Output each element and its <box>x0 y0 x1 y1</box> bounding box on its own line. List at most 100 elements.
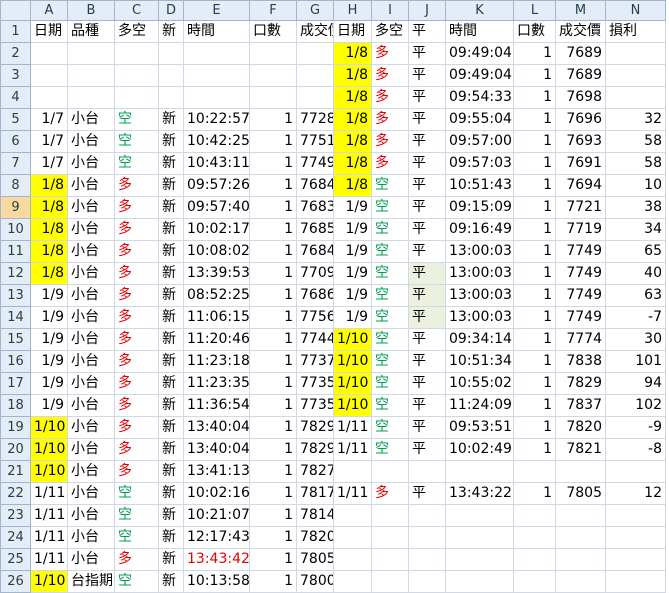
cell-g12[interactable]: 7709 <box>296 262 334 285</box>
cell-d16[interactable]: 新 <box>158 350 184 373</box>
cell-l19[interactable]: 1 <box>513 416 556 439</box>
cell-b11[interactable]: 小台 <box>67 240 115 263</box>
cell-e23[interactable]: 10:21:07 <box>183 504 250 527</box>
cell-m22[interactable]: 7805 <box>555 482 606 505</box>
cell-i24[interactable] <box>371 526 409 549</box>
row-header[interactable]: 8 <box>0 174 31 197</box>
cell-n3[interactable] <box>605 64 666 87</box>
cell-k26[interactable] <box>445 570 514 593</box>
cell-b7[interactable]: 小台 <box>67 152 115 175</box>
cell-c16[interactable]: 多 <box>114 350 159 373</box>
cell-e24[interactable]: 12:17:43 <box>183 526 250 549</box>
cell-b15[interactable]: 小台 <box>67 328 115 351</box>
column-header-j[interactable]: J <box>408 0 446 21</box>
cell-b17[interactable]: 小台 <box>67 372 115 395</box>
cell-g17[interactable]: 7735 <box>296 372 334 395</box>
cell-j15[interactable]: 平 <box>408 328 446 351</box>
cell-l3[interactable]: 1 <box>513 64 556 87</box>
cell-c19[interactable]: 多 <box>114 416 159 439</box>
cell-g3[interactable] <box>296 64 334 87</box>
cell-e14[interactable]: 11:06:15 <box>183 306 250 329</box>
cell-e13[interactable]: 08:52:25 <box>183 284 250 307</box>
cell-f20[interactable]: 1 <box>249 438 297 461</box>
cell-c18[interactable]: 多 <box>114 394 159 417</box>
cell-f10[interactable]: 1 <box>249 218 297 241</box>
cell-b23[interactable]: 小台 <box>67 504 115 527</box>
cell-n23[interactable] <box>605 504 666 527</box>
cell-i26[interactable] <box>371 570 409 593</box>
cell-m11[interactable]: 7749 <box>555 240 606 263</box>
cell-h17[interactable]: 1/10 <box>333 372 372 395</box>
cell-a9[interactable]: 1/8 <box>30 196 68 219</box>
cell-g4[interactable] <box>296 86 334 109</box>
cell-d4[interactable] <box>158 86 184 109</box>
cell-a10[interactable]: 1/8 <box>30 218 68 241</box>
cell-n4[interactable] <box>605 86 666 109</box>
row-header[interactable]: 13 <box>0 284 31 307</box>
cell-c23[interactable]: 空 <box>114 504 159 527</box>
cell-c6[interactable]: 空 <box>114 130 159 153</box>
cell-l10[interactable]: 1 <box>513 218 556 241</box>
cell-d22[interactable]: 新 <box>158 482 184 505</box>
cell-i17[interactable]: 空 <box>371 372 409 395</box>
cell-c25[interactable]: 多 <box>114 548 159 571</box>
cell-g23[interactable]: 7814 <box>296 504 334 527</box>
cell-n8[interactable]: 10 <box>605 174 666 197</box>
cell-n26[interactable] <box>605 570 666 593</box>
cell-j12[interactable]: 平 <box>408 262 446 285</box>
cell-k25[interactable] <box>445 548 514 571</box>
cell-j25[interactable] <box>408 548 446 571</box>
cell-n18[interactable]: 102 <box>605 394 666 417</box>
row-header[interactable]: 25 <box>0 548 31 571</box>
cell-g6[interactable]: 7751 <box>296 130 334 153</box>
cell-f1[interactable]: 口數 <box>249 20 297 43</box>
cell-d6[interactable]: 新 <box>158 130 184 153</box>
cell-e15[interactable]: 11:20:46 <box>183 328 250 351</box>
cell-e18[interactable]: 11:36:54 <box>183 394 250 417</box>
cell-g14[interactable]: 7756 <box>296 306 334 329</box>
column-header-a[interactable]: A <box>30 0 68 21</box>
cell-j13[interactable]: 平 <box>408 284 446 307</box>
cell-k14[interactable]: 13:00:03 <box>445 306 514 329</box>
cell-b14[interactable]: 小台 <box>67 306 115 329</box>
cell-g2[interactable] <box>296 42 334 65</box>
cell-e2[interactable] <box>183 42 250 65</box>
cell-i10[interactable]: 空 <box>371 218 409 241</box>
cell-j22[interactable]: 平 <box>408 482 446 505</box>
cell-b12[interactable]: 小台 <box>67 262 115 285</box>
cell-h10[interactable]: 1/9 <box>333 218 372 241</box>
column-header-b[interactable]: B <box>67 0 115 21</box>
cell-g26[interactable]: 7800 <box>296 570 334 593</box>
cell-i21[interactable] <box>371 460 409 483</box>
cell-g21[interactable]: 7827 <box>296 460 334 483</box>
row-header[interactable]: 9 <box>0 196 31 219</box>
cell-m18[interactable]: 7837 <box>555 394 606 417</box>
cell-m5[interactable]: 7696 <box>555 108 606 131</box>
row-header[interactable]: 21 <box>0 460 31 483</box>
cell-k20[interactable]: 10:02:49 <box>445 438 514 461</box>
cell-l15[interactable]: 1 <box>513 328 556 351</box>
cell-m20[interactable]: 7821 <box>555 438 606 461</box>
cell-k17[interactable]: 10:55:02 <box>445 372 514 395</box>
cell-m24[interactable] <box>555 526 606 549</box>
cell-h13[interactable]: 1/9 <box>333 284 372 307</box>
row-header[interactable]: 20 <box>0 438 31 461</box>
cell-d17[interactable]: 新 <box>158 372 184 395</box>
row-header[interactable]: 2 <box>0 42 31 65</box>
row-header[interactable]: 23 <box>0 504 31 527</box>
cell-f19[interactable]: 1 <box>249 416 297 439</box>
cell-a14[interactable]: 1/9 <box>30 306 68 329</box>
column-header-f[interactable]: F <box>249 0 297 21</box>
cell-n21[interactable] <box>605 460 666 483</box>
cell-c24[interactable]: 空 <box>114 526 159 549</box>
cell-h1[interactable]: 日期 <box>333 20 372 43</box>
cell-m7[interactable]: 7691 <box>555 152 606 175</box>
cell-g9[interactable]: 7683 <box>296 196 334 219</box>
cell-f7[interactable]: 1 <box>249 152 297 175</box>
cell-h16[interactable]: 1/10 <box>333 350 372 373</box>
row-header[interactable]: 1 <box>0 20 31 43</box>
cell-j9[interactable]: 平 <box>408 196 446 219</box>
cell-j18[interactable]: 平 <box>408 394 446 417</box>
cell-l6[interactable]: 1 <box>513 130 556 153</box>
cell-h9[interactable]: 1/9 <box>333 196 372 219</box>
